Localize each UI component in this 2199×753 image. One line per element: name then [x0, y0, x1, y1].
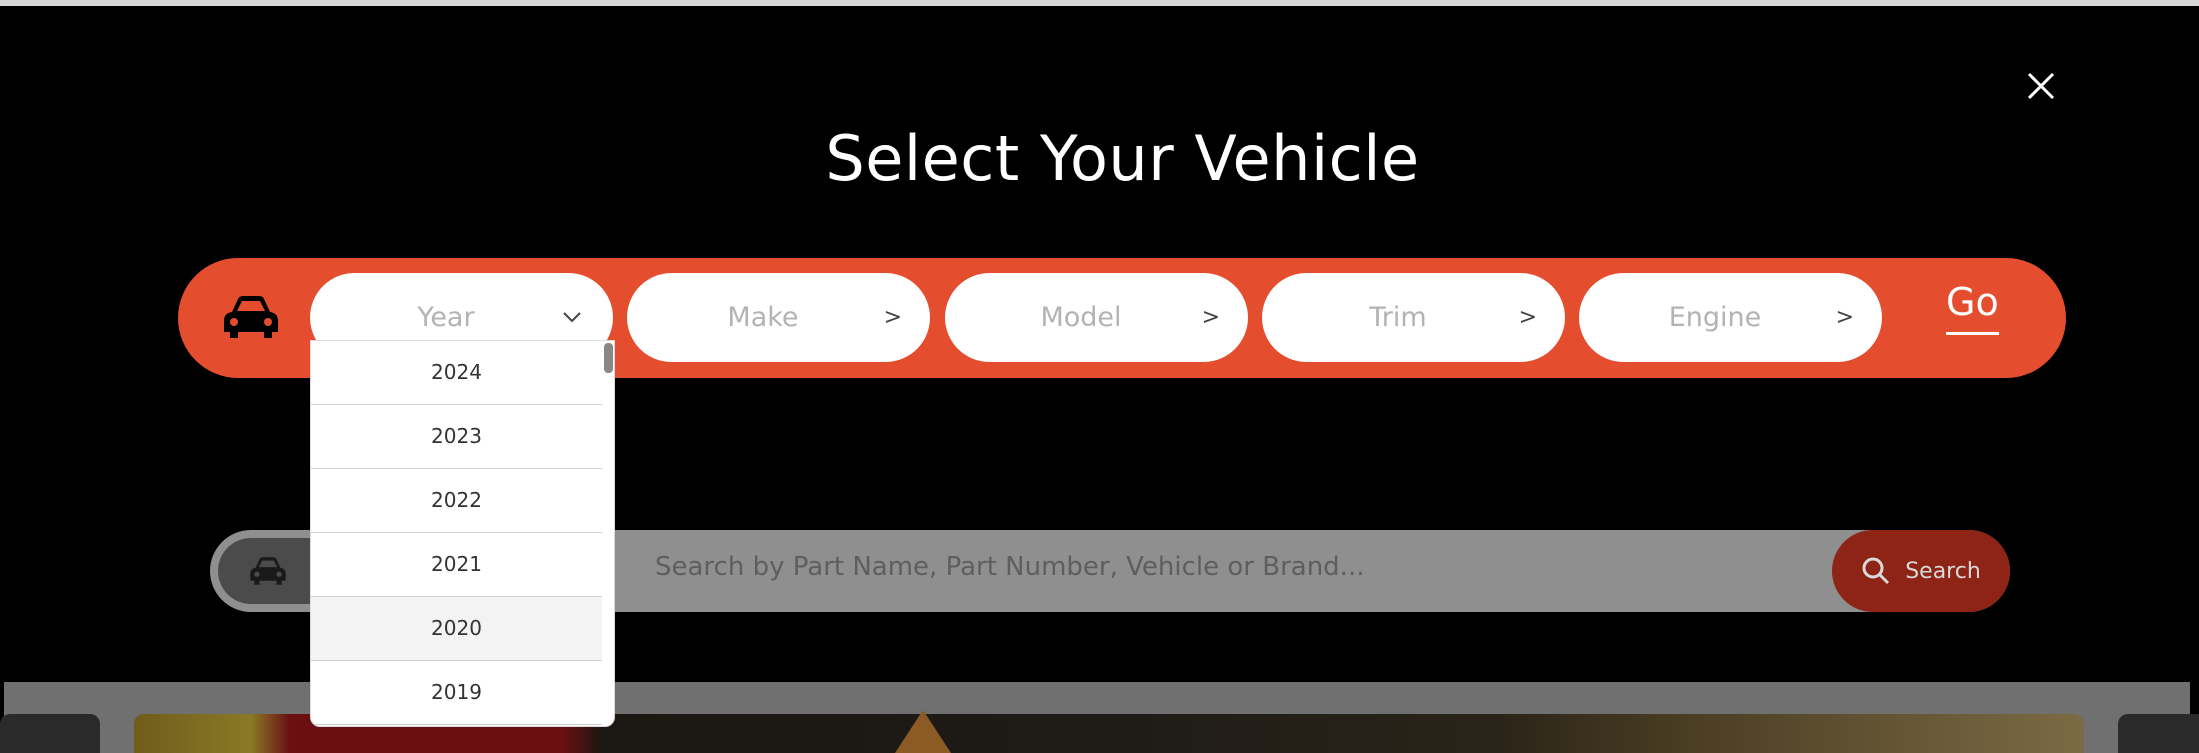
year-option[interactable]: 2021 — [311, 533, 614, 597]
background-star-ornament — [895, 710, 951, 753]
year-dropdown: 2024 2023 2022 2021 2020 2019 — [310, 340, 615, 727]
background-search-button-label: Search — [1905, 558, 1981, 584]
chevron-right-icon: > — [1518, 305, 1537, 330]
chevron-right-icon: > — [1835, 305, 1854, 330]
scrollbar-thumb[interactable] — [604, 343, 613, 373]
trim-select[interactable]: Trim > — [1262, 273, 1565, 362]
engine-select[interactable]: Engine > — [1579, 273, 1882, 362]
background-search-button: Search — [1832, 530, 2010, 612]
make-select-label: Make — [727, 302, 799, 333]
year-option[interactable]: 2019 — [311, 661, 614, 725]
chevron-down-icon — [563, 312, 581, 323]
car-icon — [224, 296, 278, 338]
make-select[interactable]: Make > — [627, 273, 930, 362]
year-option[interactable]: 2023 — [311, 405, 614, 469]
search-icon — [1862, 557, 1890, 585]
year-option-highlighted[interactable]: 2020 — [311, 597, 614, 661]
year-option[interactable]: 2022 — [311, 469, 614, 533]
chevron-right-icon: > — [1201, 305, 1220, 330]
background-banner-card — [2118, 714, 2199, 753]
model-select-label: Model — [1040, 302, 1122, 333]
model-select[interactable]: Model > — [945, 273, 1248, 362]
background-banner-card — [0, 714, 100, 753]
trim-select-label: Trim — [1369, 302, 1427, 333]
page-title: Select Your Vehicle — [825, 122, 1420, 195]
dropdown-scrollbar[interactable] — [602, 341, 614, 726]
year-option[interactable]: 2024 — [311, 341, 614, 405]
chevron-right-icon: > — [883, 305, 902, 330]
engine-select-label: Engine — [1668, 302, 1762, 333]
close-icon[interactable] — [2025, 70, 2057, 102]
go-button[interactable]: Go — [1946, 280, 1999, 335]
background-search-input: Search by Part Name, Part Number, Vehicl… — [655, 552, 1365, 582]
car-icon — [250, 557, 286, 585]
browser-top-edge — [0, 0, 2199, 6]
